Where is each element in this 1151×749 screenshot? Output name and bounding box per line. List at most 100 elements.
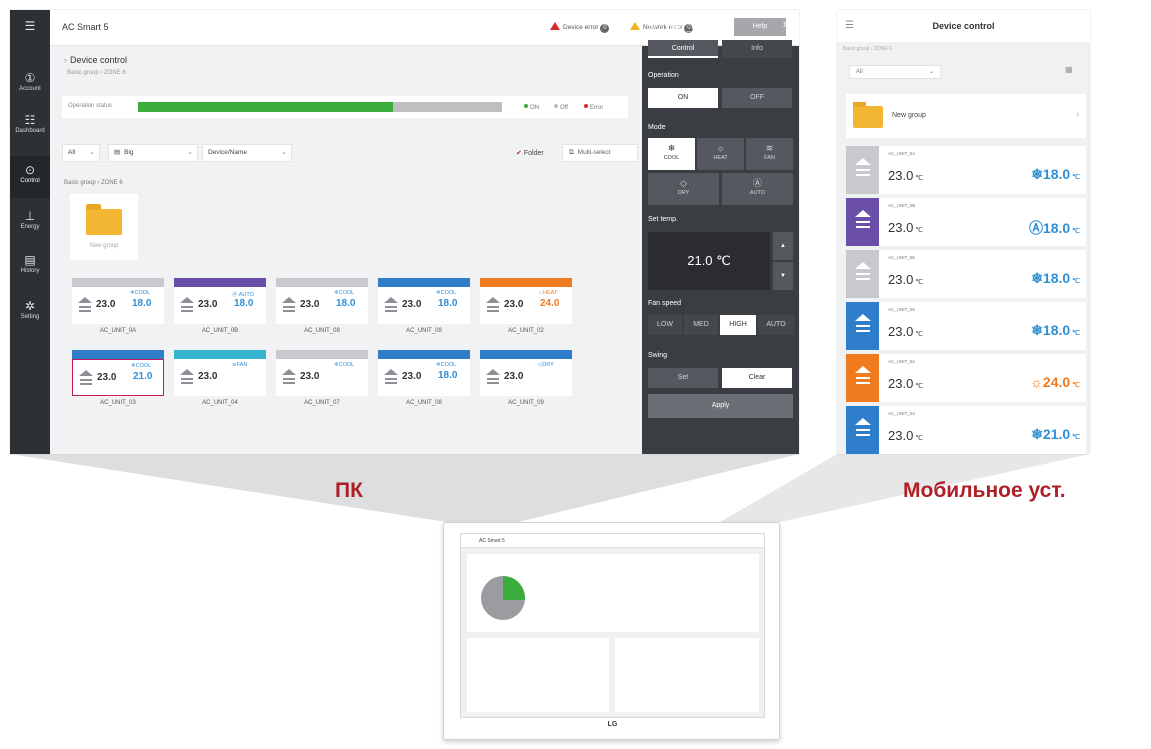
rail-history[interactable]: ▤ History: [10, 246, 50, 288]
mode-dry-button[interactable]: ◇ DRY: [648, 173, 719, 205]
unit-body: 23.0 ❄COOL 18.0: [378, 287, 470, 324]
unit-header: [174, 278, 266, 287]
unit-card[interactable]: 23.0 ❄COOL 18.0 AC_UNIT_08: [378, 350, 470, 410]
all-filter[interactable]: All ⌄: [62, 144, 100, 162]
off-button[interactable]: OFF: [722, 88, 792, 108]
error-icon: [550, 22, 560, 30]
unit-card[interactable]: 23.0 ❄COOL 18.0 AC_UNIT_09: [378, 278, 470, 338]
fan-auto-button[interactable]: AUTO: [758, 315, 794, 335]
on-button[interactable]: ON: [648, 88, 718, 108]
unit-mode: ❄COOL: [436, 362, 457, 368]
pc-screen: ☰ ① Account ☷ Dashboard ⊙ Control ⊥ Energy ▤…: [10, 10, 799, 454]
mode-label: Mode: [648, 124, 666, 131]
mobile-unit-item[interactable]: AC_UNIT_02 23.0 ℃ ☼24.0 ℃: [846, 354, 1086, 402]
chevron-down-icon: ⌄: [187, 149, 193, 156]
current-temp: 23.0: [96, 299, 116, 310]
swing-clear-button[interactable]: Clear: [722, 368, 792, 388]
unit-body: 23.0 Ⓐ AUTO 18.0: [174, 287, 266, 324]
chevron-down-icon: ⌄: [281, 149, 287, 156]
ac-unit-icon: [846, 354, 879, 402]
current-temp: 23.0 ℃: [888, 272, 924, 287]
unit-name: AC_UNIT_03: [888, 411, 915, 416]
mobile-unit-item[interactable]: AC_UNIT_08 23.0 ℃ ❄18.0 ℃: [846, 250, 1086, 298]
drop-icon: ◇: [680, 178, 687, 188]
left-rail: ☰ ① Account ☷ Dashboard ⊙ Control ⊥ Energy ▤…: [10, 10, 50, 454]
rail-control[interactable]: ⊙ Control: [10, 156, 50, 198]
rail-energy[interactable]: ⊥ Energy: [10, 202, 50, 244]
current-temp: 23.0 ℃: [888, 168, 924, 183]
unit-header: [174, 350, 266, 359]
unit-card[interactable]: 23.0 ❄COOL 21.0 AC_UNIT_03: [72, 350, 164, 410]
rail-dashboard[interactable]: ☷ Dashboard: [10, 106, 50, 148]
unit-name: AC_UNIT_09: [888, 307, 915, 312]
view-icon: ▤: [114, 149, 121, 156]
swing-set-button[interactable]: Set: [648, 368, 718, 388]
new-group-tile[interactable]: New group: [70, 194, 138, 260]
ac-unit-icon: [384, 369, 398, 385]
apply-button[interactable]: Apply: [648, 394, 793, 418]
operation-status-label: Operation status: [68, 103, 113, 109]
ac-unit-icon: [486, 297, 500, 313]
unit-card[interactable]: 23.0 ❄COOL AC_UNIT_07: [276, 350, 368, 410]
unit-body: 23.0 ❄COOL: [276, 359, 368, 396]
mobile-unit-item[interactable]: AC_UNIT_0B 23.0 ℃ Ⓐ18.0 ℃: [846, 198, 1086, 246]
mobile-unit-item[interactable]: AC_UNIT_0A 23.0 ℃ ❄18.0 ℃: [846, 146, 1086, 194]
history-icon: ▤: [24, 253, 36, 267]
unit-card[interactable]: 23.0 Ⓐ AUTO 18.0 AC_UNIT_0B: [174, 278, 266, 338]
breadcrumb: Basic group › ZONE 6: [67, 70, 126, 76]
mode-cool-button[interactable]: ❄ COOL: [648, 138, 695, 170]
tab-control[interactable]: Control: [648, 40, 718, 58]
unit-card[interactable]: 23.0 ☼HEAT 24.0 AC_UNIT_02: [480, 278, 572, 338]
unit-header: [480, 350, 572, 359]
unit-body: 23.0 ❄COOL 18.0: [72, 287, 164, 324]
mobile-unit-item[interactable]: AC_UNIT_03 23.0 ℃ ❄21.0 ℃: [846, 406, 1086, 454]
operation-status-bar: Operation status ON Off Error: [62, 96, 628, 118]
rail-account[interactable]: ① Account: [10, 64, 50, 106]
device-error-indicator[interactable]: Device error 0: [550, 22, 610, 33]
legend-off: Off: [554, 104, 568, 111]
tab-info[interactable]: Info: [722, 40, 792, 58]
grid-view-icon[interactable]: ▦: [1065, 65, 1073, 74]
fan-low-button[interactable]: LOW: [648, 315, 682, 335]
rail-setting[interactable]: ✲ Setting: [10, 292, 50, 334]
menu-icon[interactable]: ☰: [10, 10, 50, 36]
ac-unit-icon: [846, 146, 879, 194]
multi-select-button[interactable]: ⧉ Multi-select: [562, 144, 638, 162]
unit-body: 23.0 ❄COOL 18.0: [276, 287, 368, 324]
set-temp: 18.0: [438, 370, 458, 381]
unit-card[interactable]: 23.0 ❄COOL 18.0 AC_UNIT_08: [276, 278, 368, 338]
unit-mode: ≋FAN: [232, 362, 248, 368]
ac-unit-icon: [282, 297, 296, 313]
close-icon[interactable]: ✕: [782, 20, 790, 31]
unit-card[interactable]: 23.0 ≋FAN AC_UNIT_04: [174, 350, 266, 410]
mobile-new-group[interactable]: New group ›: [846, 94, 1086, 138]
mode-auto-button[interactable]: Ⓐ AUTO: [722, 173, 793, 205]
mode-fan-button[interactable]: ≋ FAN: [746, 138, 793, 170]
unit-name: AC_UNIT_07: [304, 400, 340, 406]
group-path: Basic group › ZONE 6: [64, 180, 123, 186]
unit-card[interactable]: 23.0 ◇DRY AC_UNIT_09: [480, 350, 572, 410]
fan-high-button[interactable]: HIGH: [720, 315, 756, 335]
unit-mode: Ⓐ AUTO: [232, 292, 254, 298]
mobile-screen: ☰ Device control Basic group › ZONE 6 Al…: [837, 10, 1090, 454]
mobile-filter[interactable]: All ⌄: [849, 65, 941, 79]
size-filter[interactable]: ▤ Big ⌄: [108, 144, 198, 162]
unit-name: AC_UNIT_09: [406, 328, 442, 334]
unit-name: AC_UNIT_0B: [201, 328, 239, 334]
unit-card[interactable]: 23.0 ❄COOL 18.0 AC_UNIT_0A: [72, 278, 164, 338]
set-temp: Ⓐ18.0 ℃: [1028, 220, 1080, 236]
unit-name: AC_UNIT_02: [508, 328, 544, 334]
temp-up-button[interactable]: ▲: [773, 232, 793, 260]
unit-mode: ❄COOL: [334, 362, 355, 368]
unit-body: 23.0 ≋FAN: [174, 359, 266, 396]
mode-heat-button[interactable]: ☼ HEAT: [697, 138, 744, 170]
chevron-down-icon: ⌄: [89, 149, 95, 156]
ac-unit-icon: [846, 198, 879, 246]
unit-body: 23.0 ❄COOL 21.0: [72, 359, 164, 396]
temp-down-button[interactable]: ▼: [773, 262, 793, 290]
mobile-unit-item[interactable]: AC_UNIT_09 23.0 ℃ ❄18.0 ℃: [846, 302, 1086, 350]
warning-icon: [630, 22, 640, 30]
fan-med-button[interactable]: MED: [684, 315, 718, 335]
folder-checkbox[interactable]: ✔ Folder: [516, 149, 544, 157]
device-name-filter[interactable]: Device/Name ⌄: [202, 144, 292, 162]
